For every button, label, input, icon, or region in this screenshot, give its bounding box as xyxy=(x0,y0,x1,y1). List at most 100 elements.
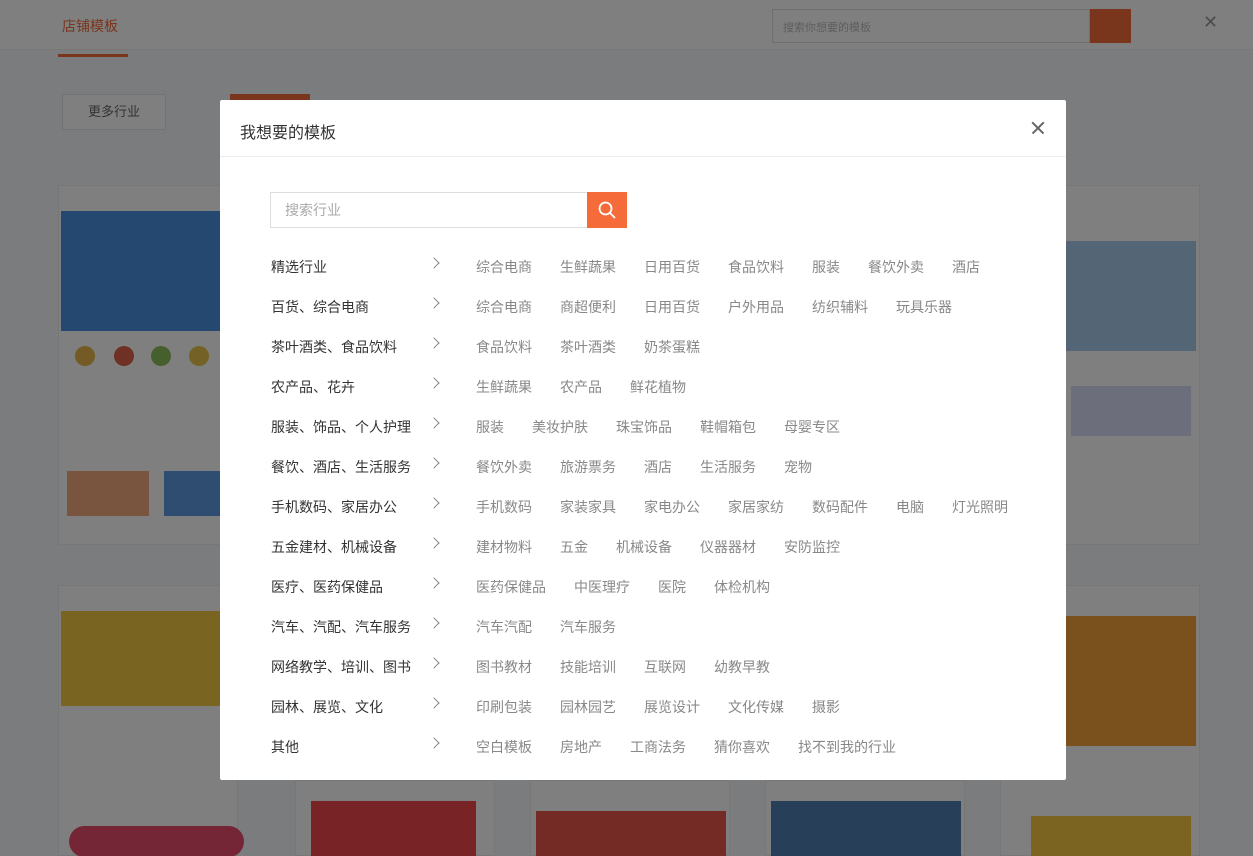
subcategory-link[interactable]: 酒店 xyxy=(952,257,980,277)
industry-search-input[interactable] xyxy=(270,192,587,228)
category-label[interactable]: 汽车、汽配、汽车服务 xyxy=(271,617,411,637)
subcategory-link[interactable]: 母婴专区 xyxy=(784,417,840,437)
subcategory-link[interactable]: 医药保健品 xyxy=(476,577,546,597)
industry-search xyxy=(270,192,627,228)
subcategory-link[interactable]: 珠宝饰品 xyxy=(616,417,672,437)
subcategory-link[interactable]: 餐饮外卖 xyxy=(476,457,532,477)
close-icon[interactable] xyxy=(1028,118,1048,138)
subcategory-link[interactable]: 图书教材 xyxy=(476,657,532,677)
subcategory-link[interactable]: 灯光照明 xyxy=(952,497,1008,517)
subcategory-link[interactable]: 展览设计 xyxy=(644,697,700,717)
chevron-right-icon[interactable] xyxy=(428,657,440,669)
chevron-right-icon[interactable] xyxy=(428,297,440,309)
subcategory-link[interactable]: 生鲜蔬果 xyxy=(560,257,616,277)
category-label[interactable]: 五金建材、机械设备 xyxy=(271,537,397,557)
subcategory-link[interactable]: 服装 xyxy=(476,417,504,437)
dialog-title: 我想要的模板 xyxy=(240,125,337,142)
subcategory-link[interactable]: 医院 xyxy=(658,577,686,597)
chevron-right-icon[interactable] xyxy=(428,537,440,549)
subcategory-link[interactable]: 数码配件 xyxy=(812,497,868,517)
subcategory-link[interactable]: 安防监控 xyxy=(784,537,840,557)
category-row: 茶叶酒类、食品饮料 食品饮料 茶叶酒类 奶茶蛋糕 xyxy=(270,325,1030,365)
category-label[interactable]: 网络教学、培训、图书 xyxy=(271,657,411,677)
chevron-right-icon[interactable] xyxy=(428,457,440,469)
subcategory-link[interactable]: 幼教早教 xyxy=(714,657,770,677)
subcategory-link[interactable]: 工商法务 xyxy=(630,737,686,757)
industry-search-button[interactable] xyxy=(587,192,627,228)
subcategory-link[interactable]: 奶茶蛋糕 xyxy=(644,337,700,357)
category-row: 汽车、汽配、汽车服务 汽车汽配 汽车服务 xyxy=(270,605,1030,645)
category-row: 精选行业 综合电商 生鲜蔬果 日用百货 食品饮料 服装 餐饮外卖 酒店 xyxy=(270,245,1030,285)
subcategory-link[interactable]: 酒店 xyxy=(644,457,672,477)
chevron-right-icon[interactable] xyxy=(428,377,440,389)
chevron-right-icon[interactable] xyxy=(428,257,440,269)
subcategory-link[interactable]: 服装 xyxy=(812,257,840,277)
chevron-right-icon[interactable] xyxy=(428,617,440,629)
subcategory-link[interactable]: 综合电商 xyxy=(476,297,532,317)
subcategory-link[interactable]: 生鲜蔬果 xyxy=(476,377,532,397)
subcategory-link[interactable]: 仪器器材 xyxy=(700,537,756,557)
category-row: 服装、饰品、个人护理 服装 美妆护肤 珠宝饰品 鞋帽箱包 母婴专区 xyxy=(270,405,1030,445)
chevron-right-icon[interactable] xyxy=(428,737,440,749)
category-label[interactable]: 园林、展览、文化 xyxy=(271,697,383,717)
subcategory-link[interactable]: 园林园艺 xyxy=(560,697,616,717)
subcategory-link[interactable]: 手机数码 xyxy=(476,497,532,517)
chevron-right-icon[interactable] xyxy=(428,697,440,709)
subcategory-link[interactable]: 综合电商 xyxy=(476,257,532,277)
subcategory-link[interactable]: 商超便利 xyxy=(560,297,616,317)
chevron-right-icon[interactable] xyxy=(428,577,440,589)
subcategory-link[interactable]: 家居家纺 xyxy=(728,497,784,517)
category-label[interactable]: 服装、饰品、个人护理 xyxy=(271,417,411,437)
category-label[interactable]: 农产品、花卉 xyxy=(271,377,355,397)
category-label[interactable]: 百货、综合电商 xyxy=(271,297,369,317)
subcategory-link[interactable]: 文化传媒 xyxy=(728,697,784,717)
subcategory-link[interactable]: 中医理疗 xyxy=(574,577,630,597)
subcategory-link[interactable]: 户外用品 xyxy=(728,297,784,317)
subcategory-list: 建材物料 五金 机械设备 仪器器材 安防监控 xyxy=(476,537,840,557)
category-label[interactable]: 精选行业 xyxy=(271,257,327,277)
subcategory-link[interactable]: 电脑 xyxy=(896,497,924,517)
subcategory-link[interactable]: 机械设备 xyxy=(616,537,672,557)
subcategory-link[interactable]: 汽车汽配 xyxy=(476,617,532,637)
subcategory-link[interactable]: 鞋帽箱包 xyxy=(700,417,756,437)
subcategory-link[interactable]: 体检机构 xyxy=(714,577,770,597)
subcategory-link[interactable]: 茶叶酒类 xyxy=(560,337,616,357)
subcategory-link[interactable]: 日用百货 xyxy=(644,257,700,277)
subcategory-link[interactable]: 玩具乐器 xyxy=(896,297,952,317)
subcategory-link[interactable]: 找不到我的行业 xyxy=(798,737,896,757)
subcategory-link[interactable]: 纺织辅料 xyxy=(812,297,868,317)
subcategory-link[interactable]: 美妆护肤 xyxy=(532,417,588,437)
subcategory-link[interactable]: 食品饮料 xyxy=(476,337,532,357)
subcategory-link[interactable]: 技能培训 xyxy=(560,657,616,677)
subcategory-link[interactable]: 旅游票务 xyxy=(560,457,616,477)
category-label[interactable]: 医疗、医药保健品 xyxy=(271,577,383,597)
category-label[interactable]: 手机数码、家居办公 xyxy=(271,497,397,517)
subcategory-link[interactable]: 生活服务 xyxy=(700,457,756,477)
subcategory-link[interactable]: 摄影 xyxy=(812,697,840,717)
subcategory-link[interactable]: 餐饮外卖 xyxy=(868,257,924,277)
category-label[interactable]: 其他 xyxy=(271,737,299,757)
subcategory-link[interactable]: 互联网 xyxy=(644,657,686,677)
subcategory-link[interactable]: 房地产 xyxy=(560,737,602,757)
subcategory-link[interactable]: 鲜花植物 xyxy=(630,377,686,397)
subcategory-link[interactable]: 家电办公 xyxy=(644,497,700,517)
chevron-right-icon[interactable] xyxy=(428,417,440,429)
subcategory-link[interactable]: 农产品 xyxy=(560,377,602,397)
subcategory-link[interactable]: 五金 xyxy=(560,537,588,557)
category-label[interactable]: 餐饮、酒店、生活服务 xyxy=(271,457,411,477)
subcategory-list: 手机数码 家装家具 家电办公 家居家纺 数码配件 电脑 灯光照明 xyxy=(476,497,1008,517)
chevron-right-icon[interactable] xyxy=(428,337,440,349)
subcategory-link[interactable]: 宠物 xyxy=(784,457,812,477)
subcategory-list: 生鲜蔬果 农产品 鲜花植物 xyxy=(476,377,686,397)
subcategory-link[interactable]: 印刷包装 xyxy=(476,697,532,717)
subcategory-link[interactable]: 食品饮料 xyxy=(728,257,784,277)
subcategory-link[interactable]: 猜你喜欢 xyxy=(714,737,770,757)
category-label[interactable]: 茶叶酒类、食品饮料 xyxy=(271,337,397,357)
subcategory-link[interactable]: 汽车服务 xyxy=(560,617,616,637)
subcategory-link[interactable]: 空白模板 xyxy=(476,737,532,757)
industry-category-list: 精选行业 综合电商 生鲜蔬果 日用百货 食品饮料 服装 餐饮外卖 酒店 百货、综合电商 综合电商商… xyxy=(270,245,1030,765)
chevron-right-icon[interactable] xyxy=(428,497,440,509)
subcategory-link[interactable]: 日用百货 xyxy=(644,297,700,317)
subcategory-link[interactable]: 建材物料 xyxy=(476,537,532,557)
subcategory-link[interactable]: 家装家具 xyxy=(560,497,616,517)
